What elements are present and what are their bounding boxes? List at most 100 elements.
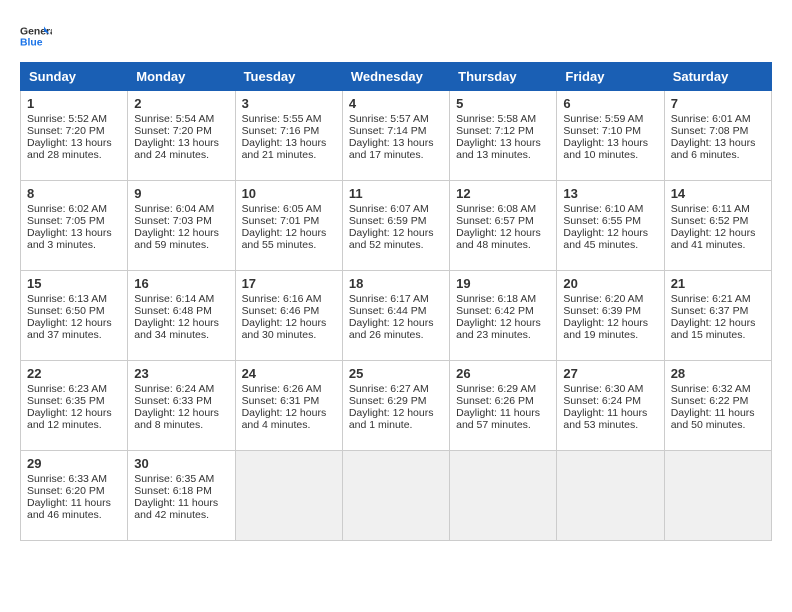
weekday-header-thursday: Thursday — [450, 63, 557, 91]
weekday-header-monday: Monday — [128, 63, 235, 91]
calendar-table: SundayMondayTuesdayWednesdayThursdayFrid… — [20, 62, 772, 541]
day-number: 2 — [134, 96, 228, 111]
sunset: Sunset: 6:50 PM — [27, 305, 105, 317]
day-number: 30 — [134, 456, 228, 471]
calendar-cell — [450, 451, 557, 541]
sunset: Sunset: 7:01 PM — [242, 215, 320, 227]
day-number: 26 — [456, 366, 550, 381]
day-number: 20 — [563, 276, 657, 291]
sunrise: Sunrise: 5:55 AM — [242, 113, 322, 125]
daylight: Daylight: 12 hours and 8 minutes. — [134, 407, 219, 431]
weekday-header-tuesday: Tuesday — [235, 63, 342, 91]
logo: General Blue — [20, 20, 52, 52]
sunset: Sunset: 6:55 PM — [563, 215, 641, 227]
sunset: Sunset: 6:35 PM — [27, 395, 105, 407]
day-number: 22 — [27, 366, 121, 381]
calendar-week-2: 8 Sunrise: 6:02 AM Sunset: 7:05 PM Dayli… — [21, 181, 772, 271]
calendar-cell: 29 Sunrise: 6:33 AM Sunset: 6:20 PM Dayl… — [21, 451, 128, 541]
calendar-cell: 5 Sunrise: 5:58 AM Sunset: 7:12 PM Dayli… — [450, 91, 557, 181]
daylight: Daylight: 12 hours and 30 minutes. — [242, 317, 327, 341]
page-header: General Blue — [20, 20, 772, 52]
sunset: Sunset: 7:14 PM — [349, 125, 427, 137]
calendar-cell: 26 Sunrise: 6:29 AM Sunset: 6:26 PM Dayl… — [450, 361, 557, 451]
calendar-cell: 8 Sunrise: 6:02 AM Sunset: 7:05 PM Dayli… — [21, 181, 128, 271]
sunset: Sunset: 7:20 PM — [27, 125, 105, 137]
daylight: Daylight: 11 hours and 57 minutes. — [456, 407, 540, 431]
sunrise: Sunrise: 6:08 AM — [456, 203, 536, 215]
sunset: Sunset: 7:16 PM — [242, 125, 320, 137]
calendar-cell: 6 Sunrise: 5:59 AM Sunset: 7:10 PM Dayli… — [557, 91, 664, 181]
calendar-cell: 15 Sunrise: 6:13 AM Sunset: 6:50 PM Dayl… — [21, 271, 128, 361]
sunset: Sunset: 7:08 PM — [671, 125, 749, 137]
calendar-cell: 14 Sunrise: 6:11 AM Sunset: 6:52 PM Dayl… — [664, 181, 771, 271]
calendar-cell: 20 Sunrise: 6:20 AM Sunset: 6:39 PM Dayl… — [557, 271, 664, 361]
sunrise: Sunrise: 6:20 AM — [563, 293, 643, 305]
day-number: 21 — [671, 276, 765, 291]
daylight: Daylight: 12 hours and 4 minutes. — [242, 407, 327, 431]
calendar-cell: 16 Sunrise: 6:14 AM Sunset: 6:48 PM Dayl… — [128, 271, 235, 361]
sunset: Sunset: 6:26 PM — [456, 395, 534, 407]
sunrise: Sunrise: 5:59 AM — [563, 113, 643, 125]
daylight: Daylight: 12 hours and 12 minutes. — [27, 407, 112, 431]
calendar-cell: 12 Sunrise: 6:08 AM Sunset: 6:57 PM Dayl… — [450, 181, 557, 271]
day-number: 24 — [242, 366, 336, 381]
daylight: Daylight: 13 hours and 3 minutes. — [27, 227, 112, 251]
weekday-header-friday: Friday — [557, 63, 664, 91]
day-number: 28 — [671, 366, 765, 381]
sunrise: Sunrise: 6:05 AM — [242, 203, 322, 215]
day-number: 8 — [27, 186, 121, 201]
daylight: Daylight: 13 hours and 28 minutes. — [27, 137, 112, 161]
sunset: Sunset: 7:20 PM — [134, 125, 212, 137]
daylight: Daylight: 13 hours and 24 minutes. — [134, 137, 219, 161]
daylight: Daylight: 12 hours and 41 minutes. — [671, 227, 756, 251]
sunset: Sunset: 6:22 PM — [671, 395, 749, 407]
sunrise: Sunrise: 5:58 AM — [456, 113, 536, 125]
day-number: 12 — [456, 186, 550, 201]
calendar-cell: 27 Sunrise: 6:30 AM Sunset: 6:24 PM Dayl… — [557, 361, 664, 451]
daylight: Daylight: 12 hours and 15 minutes. — [671, 317, 756, 341]
calendar-cell — [664, 451, 771, 541]
day-number: 13 — [563, 186, 657, 201]
weekday-header-sunday: Sunday — [21, 63, 128, 91]
calendar-cell: 28 Sunrise: 6:32 AM Sunset: 6:22 PM Dayl… — [664, 361, 771, 451]
daylight: Daylight: 11 hours and 50 minutes. — [671, 407, 755, 431]
daylight: Daylight: 12 hours and 19 minutes. — [563, 317, 648, 341]
calendar-week-5: 29 Sunrise: 6:33 AM Sunset: 6:20 PM Dayl… — [21, 451, 772, 541]
sunset: Sunset: 6:52 PM — [671, 215, 749, 227]
weekday-header-saturday: Saturday — [664, 63, 771, 91]
daylight: Daylight: 13 hours and 6 minutes. — [671, 137, 756, 161]
sunrise: Sunrise: 6:24 AM — [134, 383, 214, 395]
sunset: Sunset: 6:57 PM — [456, 215, 534, 227]
calendar-cell: 3 Sunrise: 5:55 AM Sunset: 7:16 PM Dayli… — [235, 91, 342, 181]
sunrise: Sunrise: 5:54 AM — [134, 113, 214, 125]
sunset: Sunset: 7:10 PM — [563, 125, 641, 137]
sunrise: Sunrise: 6:13 AM — [27, 293, 107, 305]
sunset: Sunset: 7:05 PM — [27, 215, 105, 227]
day-number: 5 — [456, 96, 550, 111]
sunset: Sunset: 6:37 PM — [671, 305, 749, 317]
calendar-cell — [235, 451, 342, 541]
calendar-cell: 2 Sunrise: 5:54 AM Sunset: 7:20 PM Dayli… — [128, 91, 235, 181]
day-number: 23 — [134, 366, 228, 381]
sunrise: Sunrise: 6:16 AM — [242, 293, 322, 305]
logo-icon: General Blue — [20, 20, 52, 52]
daylight: Daylight: 12 hours and 26 minutes. — [349, 317, 434, 341]
daylight: Daylight: 12 hours and 34 minutes. — [134, 317, 219, 341]
day-number: 29 — [27, 456, 121, 471]
day-number: 16 — [134, 276, 228, 291]
sunset: Sunset: 6:24 PM — [563, 395, 641, 407]
day-number: 7 — [671, 96, 765, 111]
day-number: 19 — [456, 276, 550, 291]
sunset: Sunset: 6:31 PM — [242, 395, 320, 407]
sunrise: Sunrise: 5:52 AM — [27, 113, 107, 125]
calendar-cell: 18 Sunrise: 6:17 AM Sunset: 6:44 PM Dayl… — [342, 271, 449, 361]
sunrise: Sunrise: 6:01 AM — [671, 113, 751, 125]
sunset: Sunset: 7:12 PM — [456, 125, 534, 137]
daylight: Daylight: 12 hours and 48 minutes. — [456, 227, 541, 251]
calendar-cell: 30 Sunrise: 6:35 AM Sunset: 6:18 PM Dayl… — [128, 451, 235, 541]
daylight: Daylight: 12 hours and 37 minutes. — [27, 317, 112, 341]
day-number: 10 — [242, 186, 336, 201]
day-number: 25 — [349, 366, 443, 381]
sunrise: Sunrise: 6:27 AM — [349, 383, 429, 395]
sunrise: Sunrise: 6:07 AM — [349, 203, 429, 215]
